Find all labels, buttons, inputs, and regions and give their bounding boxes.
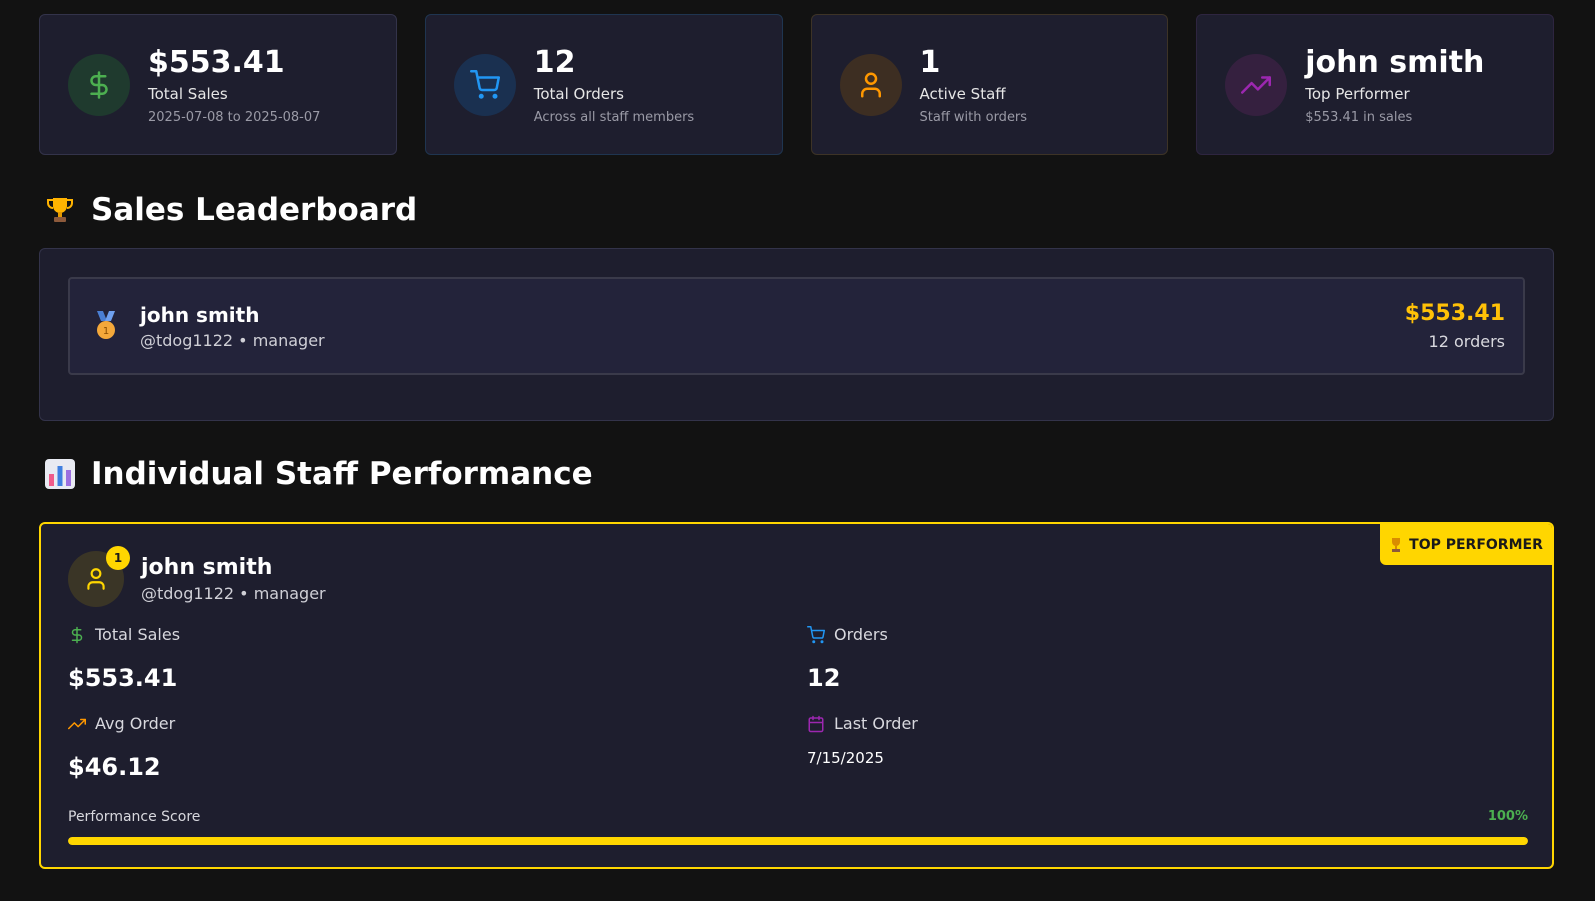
metric-label: Avg Order (95, 714, 176, 733)
dollar-icon (68, 53, 130, 116)
stat-value: 12 (533, 44, 576, 80)
stat-card-active-staff: 1 Active Staff Staff with orders (810, 14, 1169, 155)
leaderboard-heading: Sales Leaderboard (44, 192, 417, 228)
metric-avg-order: Avg Order $46.12 (68, 714, 175, 781)
cart-icon (453, 53, 516, 116)
metric-value: $46.12 (68, 753, 161, 781)
medal-icon: 1 (97, 311, 115, 339)
trending-up-icon (1225, 53, 1288, 116)
avatar: 1 (68, 546, 130, 607)
rank-badge: 1 (106, 546, 130, 570)
bar-chart-icon (44, 458, 76, 490)
stat-label: Total Orders (533, 84, 624, 103)
stat-card-total-orders: 12 Total Orders Across all staff members (424, 14, 783, 155)
calendar-icon (808, 715, 824, 732)
metric-value: $553.41 (68, 664, 178, 692)
stat-label: Active Staff (919, 84, 1006, 103)
staff-meta: @tdog1122 • manager (141, 584, 326, 603)
stat-value: john smith (1305, 44, 1485, 80)
svg-text:1: 1 (103, 326, 109, 337)
metric-label: Total Sales (95, 625, 181, 644)
leaderboard-name: john smith (140, 302, 260, 327)
performance-score-row: Performance Score 100% (68, 809, 1528, 825)
dollar-icon (71, 626, 83, 643)
trending-up-icon (68, 718, 86, 729)
leaderboard-panel: 1 john smith @tdog1122 • manager $553.41… (39, 248, 1554, 421)
staff-performance-card[interactable]: TOP PERFORMER 1 john smith @tdog1122 • m… (39, 522, 1554, 869)
stat-card-top-performer: john smith Top Performer $553.41 in sale… (1196, 14, 1554, 155)
section-title-text: Individual Staff Performance (91, 456, 593, 492)
dashboard-page: $553.41 Total Sales 2025-07-08 to 2025-0… (0, 0, 1595, 901)
stat-subtext: Across all staff members (533, 109, 695, 125)
metric-total-sales: Total Sales $553.41 (68, 625, 180, 692)
stat-subtext: $553.41 in sales (1305, 109, 1413, 125)
stat-label: Top Performer (1305, 84, 1410, 103)
metric-value: 7/15/2025 (807, 749, 884, 767)
metric-last-order: Last Order 7/15/2025 (807, 714, 918, 767)
metric-label: Last Order (834, 714, 918, 733)
staff-header: 1 john smith @tdog1122 • manager (68, 546, 326, 607)
cart-icon (807, 625, 825, 643)
user-icon (87, 568, 105, 590)
leaderboard-orders: 12 orders (1428, 332, 1505, 351)
metric-label: Orders (834, 625, 888, 644)
user-icon (839, 53, 902, 116)
badge-label: TOP PERFORMER (1409, 536, 1543, 553)
metric-orders: Orders 12 (807, 625, 888, 692)
stat-subtext: Staff with orders (919, 109, 1028, 125)
stat-card-total-sales: $553.41 Total Sales 2025-07-08 to 2025-0… (39, 14, 397, 155)
stat-value: 1 (919, 44, 941, 80)
performance-score-fill (68, 837, 1528, 845)
performance-score-bar (68, 837, 1528, 845)
stat-value: $553.41 (148, 44, 285, 80)
stat-subtext: 2025-07-08 to 2025-08-07 (148, 109, 321, 125)
leaderboard-sales: $553.41 (1404, 301, 1505, 326)
score-label: Performance Score (68, 809, 201, 825)
trophy-icon (1392, 537, 1401, 552)
score-percent: 100% (1487, 809, 1528, 824)
performance-heading: Individual Staff Performance (44, 456, 593, 492)
section-title-text: Sales Leaderboard (91, 192, 418, 228)
stats-row: $553.41 Total Sales 2025-07-08 to 2025-0… (39, 14, 1554, 155)
metric-value: 12 (807, 664, 841, 692)
leaderboard-row[interactable]: 1 john smith @tdog1122 • manager $553.41… (68, 277, 1525, 375)
stat-label: Total Sales (148, 84, 228, 103)
trophy-icon (44, 194, 76, 226)
leaderboard-meta: @tdog1122 • manager (140, 330, 325, 350)
staff-name: john smith (141, 555, 273, 580)
top-performer-badge: TOP PERFORMER (1380, 524, 1552, 565)
